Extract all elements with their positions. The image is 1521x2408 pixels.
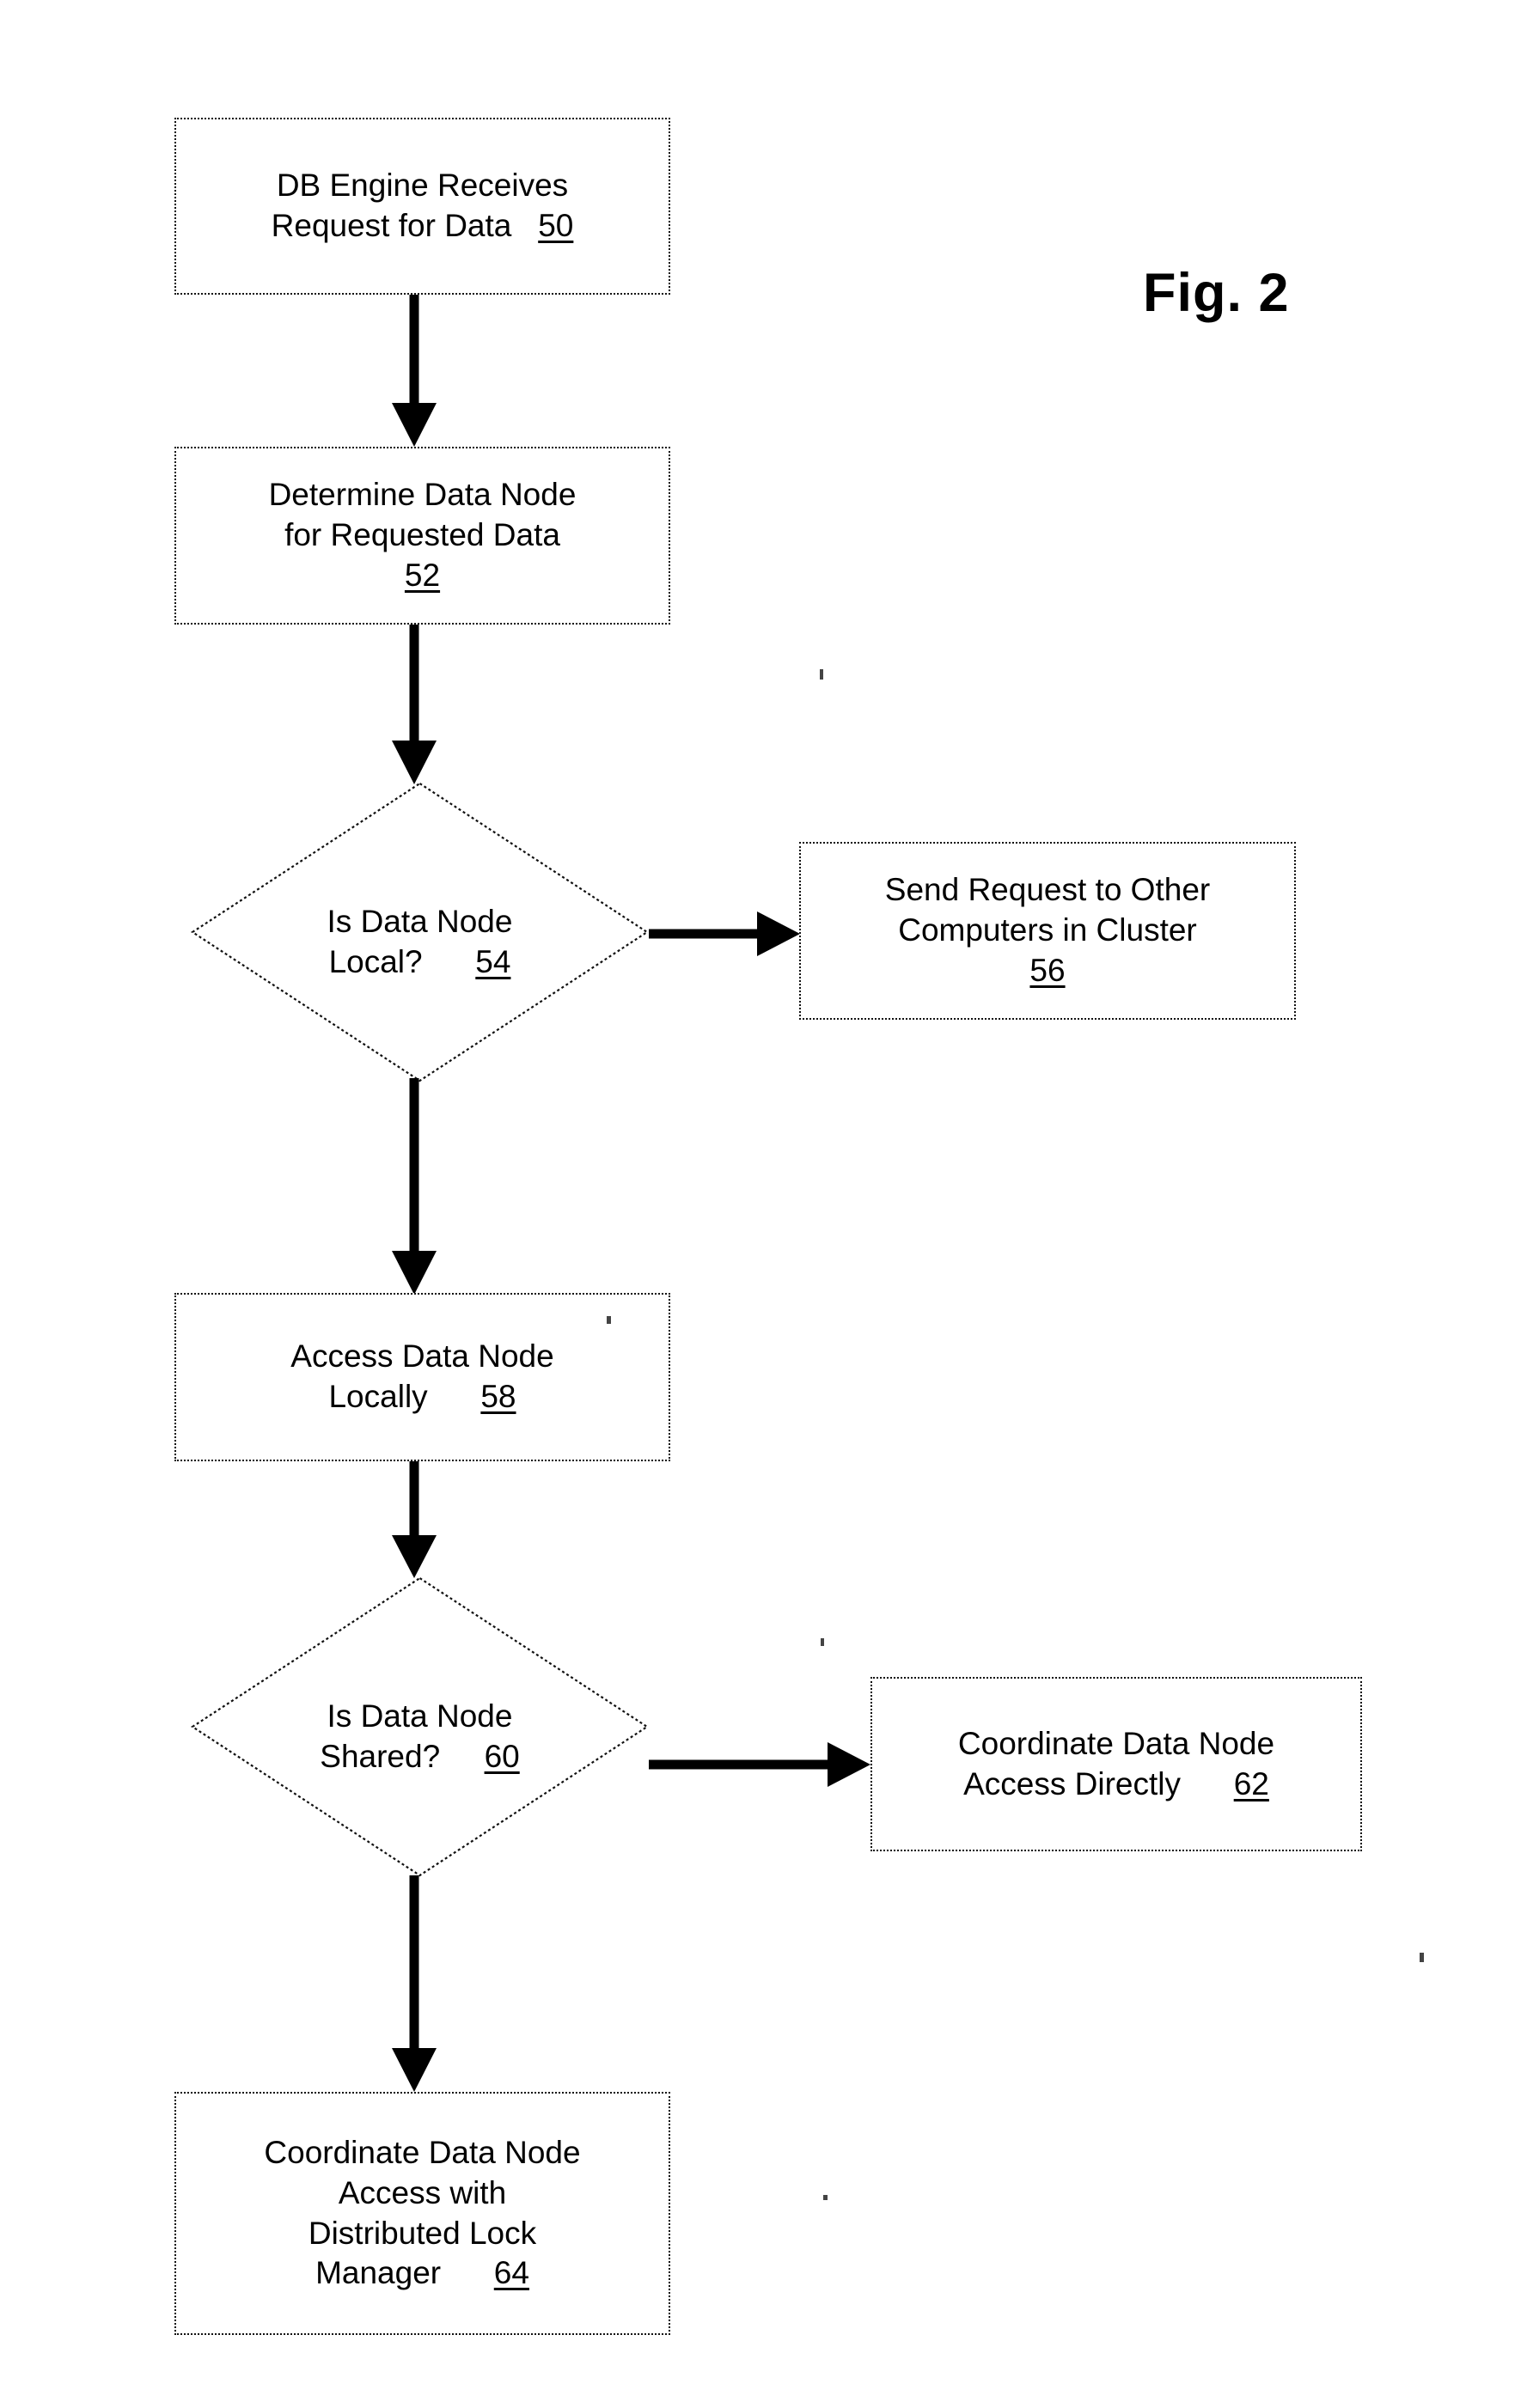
flow-node-54-question: Local?	[328, 943, 423, 979]
flow-node-64-line-2: Access with	[338, 2174, 507, 2210]
flow-node-64-text: Manager	[315, 2255, 442, 2291]
flow-node-60-text: Is Data Node Shared? 60	[191, 1697, 649, 1777]
edge-52-to-54	[378, 625, 450, 788]
flow-node-50-text: Request for Data	[271, 208, 512, 243]
edge-54-to-58	[378, 1078, 450, 1298]
flow-node-64-ref: 64	[493, 2255, 529, 2291]
edge-50-to-52	[378, 295, 450, 449]
flow-node-62-ref: 62	[1233, 1765, 1269, 1801]
flow-node-58-ref: 58	[480, 1379, 516, 1414]
flow-node-54-ref: 54	[475, 943, 511, 979]
flow-node-50-ref: 50	[538, 208, 574, 243]
flow-node-56-ref: 56	[1029, 952, 1066, 988]
flow-node-58: Access Data Node Locally 58	[174, 1293, 670, 1461]
flow-node-52-ref: 52	[404, 557, 441, 593]
flow-node-54-text: Is Data Node Local? 54	[191, 902, 649, 983]
flow-node-62-text: Access Directly	[963, 1765, 1182, 1801]
flow-node-50-line-1: DB Engine Receives	[276, 168, 569, 204]
flow-node-54-line-2: Local? 54	[329, 942, 511, 983]
flow-node-64-line-4: Manager 64	[315, 2253, 529, 2294]
flow-node-54-line-1: Is Data Node	[327, 904, 513, 939]
scan-speck	[820, 669, 823, 680]
flow-node-54: Is Data Node Local? 54	[190, 782, 650, 1082]
flow-node-56-line-1: Send Request to Other	[884, 872, 1211, 908]
flow-node-60-ref: 60	[484, 1738, 520, 1774]
flow-node-62-line-2: Access Directly 62	[963, 1765, 1269, 1805]
edge-54-to-56	[649, 906, 803, 961]
flow-node-52-line-2: for Requested Data	[284, 517, 560, 552]
figure-label: Fig. 2	[1143, 263, 1290, 323]
flow-node-62-line-1: Coordinate Data Node	[957, 1725, 1275, 1761]
flow-node-60-question: Shared?	[320, 1738, 441, 1774]
flow-node-56-line-2: Computers in Cluster	[898, 912, 1197, 948]
edge-60-to-62	[649, 1737, 875, 1792]
flow-node-58-text: Locally	[328, 1379, 428, 1414]
flow-node-60: Is Data Node Shared? 60	[190, 1576, 650, 1877]
flow-node-58-line-2: Locally 58	[328, 1377, 516, 1417]
figure-page: Fig. 2 DB Engine Receives Request for Da…	[0, 0, 1521, 2408]
flow-node-62: Coordinate Data Node Access Directly 62	[870, 1677, 1362, 1851]
scan-speck	[821, 1638, 824, 1646]
scan-speck	[1420, 1953, 1424, 1962]
flow-node-60-line-2: Shared? 60	[320, 1737, 519, 1777]
scan-speck	[823, 2195, 828, 2200]
flow-node-64-line-3: Distributed Lock	[308, 2215, 537, 2251]
flow-node-58-line-1: Access Data Node	[290, 1338, 554, 1375]
flow-node-52-line-1: Determine Data Node	[268, 477, 577, 513]
flow-node-56: Send Request to Other Computers in Clust…	[799, 842, 1296, 1020]
flow-node-60-line-1: Is Data Node	[327, 1698, 513, 1734]
flow-node-64: Coordinate Data Node Access with Distrib…	[174, 2092, 670, 2335]
flow-node-50-line-2: Request for Data 50	[272, 206, 574, 247]
scan-speck	[607, 1316, 611, 1324]
flow-node-64-line-1: Coordinate Data Node	[264, 2134, 581, 2170]
flow-node-52: Determine Data Node for Requested Data 5…	[174, 447, 670, 625]
edge-60-to-64	[378, 1875, 450, 2095]
flow-node-50: DB Engine Receives Request for Data 50	[174, 118, 670, 295]
edge-58-to-60	[378, 1461, 450, 1582]
